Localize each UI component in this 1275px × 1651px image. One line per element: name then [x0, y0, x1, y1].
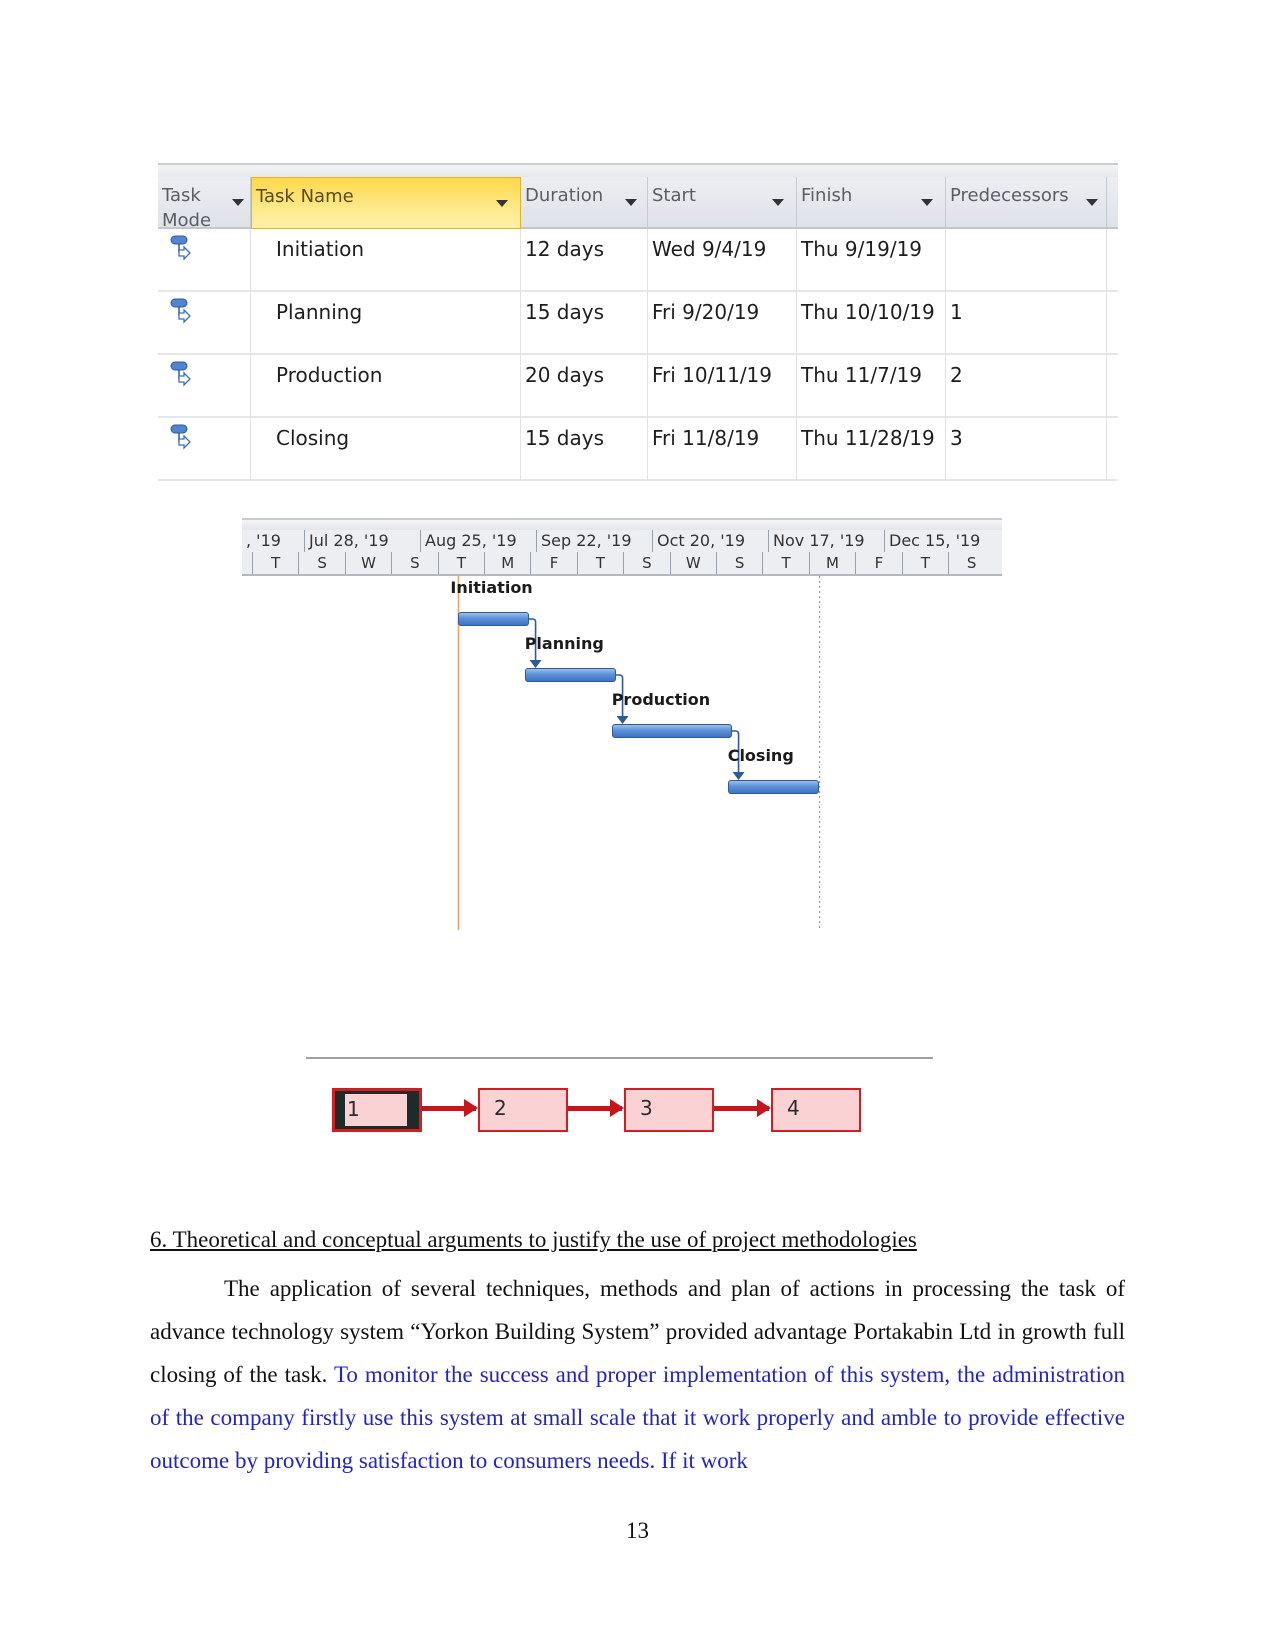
- task-duration-cell[interactable]: 12 days: [521, 229, 648, 292]
- auto-scheduled-task-icon: [170, 361, 191, 387]
- column-header-task-name[interactable]: Task Name: [251, 177, 521, 229]
- auto-scheduled-task-icon: [170, 424, 191, 450]
- task-predecessors-cell[interactable]: 1: [946, 292, 1107, 355]
- task-predecessors-cell[interactable]: 3: [946, 418, 1107, 481]
- table-cell-partial: [1107, 229, 1118, 292]
- gantt-task-label: Planning: [524, 634, 604, 653]
- network-node[interactable]: 2: [478, 1088, 568, 1132]
- column-label: Start: [652, 185, 696, 206]
- network-node[interactable]: 3: [624, 1088, 714, 1132]
- network-arrow: [714, 1099, 771, 1117]
- column-header-partial: [1107, 177, 1118, 229]
- table-cell-partial: [1107, 418, 1118, 481]
- task-start-cell[interactable]: Fri 10/11/19: [648, 355, 797, 418]
- column-header-finish[interactable]: Finish: [797, 177, 946, 229]
- body-paragraph: The application of several techniques, m…: [150, 1267, 1125, 1482]
- task-start-cell[interactable]: Fri 9/20/19: [648, 292, 797, 355]
- column-label: Finish: [801, 185, 853, 206]
- auto-scheduled-task-icon: [170, 298, 191, 324]
- task-name-cell[interactable]: Planning: [251, 292, 521, 355]
- page-number: 13: [626, 1518, 649, 1543]
- project-task-table: Task Mode Task Name Duration Start Finis…: [158, 163, 1118, 488]
- column-label: Task Mode: [162, 185, 212, 231]
- network-node-label: 1: [345, 1094, 407, 1126]
- task-duration-cell[interactable]: 20 days: [521, 355, 648, 418]
- table-cell-partial: [1107, 292, 1118, 355]
- task-predecessors-cell[interactable]: 2: [946, 355, 1107, 418]
- gantt-task-label: Closing: [727, 746, 794, 765]
- gantt-task-label: Production: [611, 690, 711, 709]
- column-header-predecessors[interactable]: Predecessors: [946, 177, 1107, 229]
- task-finish-cell[interactable]: Thu 11/7/19: [797, 355, 946, 418]
- task-name-cell[interactable]: Production: [251, 355, 521, 418]
- task-mode-cell[interactable]: [158, 229, 251, 292]
- network-node-label: 3: [640, 1096, 653, 1120]
- network-node-label: 2: [494, 1096, 507, 1120]
- gantt-chart: , '19 Jul 28, '19 Aug 25, '19 Sep 22, '19 Oc…: [242, 518, 1002, 933]
- task-finish-cell[interactable]: Thu 10/10/19: [797, 292, 946, 355]
- column-header-duration[interactable]: Duration: [521, 177, 648, 229]
- auto-scheduled-task-icon: [170, 235, 191, 261]
- table-cell-partial: [1107, 355, 1118, 418]
- column-header-task-mode[interactable]: Task Mode: [158, 177, 251, 231]
- dependency-arrow-icon: [616, 716, 629, 724]
- section-heading: 6. Theoretical and conceptual arguments …: [150, 1227, 917, 1252]
- task-mode-cell[interactable]: [158, 292, 251, 355]
- dependency-arrow-icon: [732, 772, 745, 780]
- dropdown-arrow-icon[interactable]: [921, 199, 933, 206]
- dropdown-arrow-icon[interactable]: [625, 199, 637, 206]
- task-duration-cell[interactable]: 15 days: [521, 418, 648, 481]
- task-name-cell[interactable]: Closing: [251, 418, 521, 481]
- task-duration-cell[interactable]: 15 days: [521, 292, 648, 355]
- task-start-cell[interactable]: Fri 11/8/19: [648, 418, 797, 481]
- column-header-start[interactable]: Start: [648, 177, 797, 229]
- task-name-cell[interactable]: Initiation: [251, 229, 521, 292]
- task-predecessors-cell[interactable]: [946, 229, 1107, 292]
- dropdown-arrow-icon[interactable]: [496, 200, 508, 207]
- task-finish-cell[interactable]: Thu 9/19/19: [797, 229, 946, 292]
- network-node[interactable]: 1: [332, 1088, 422, 1132]
- table-top-bar: [158, 163, 1118, 177]
- network-arrow: [568, 1099, 624, 1117]
- divider-line: [306, 1057, 933, 1059]
- task-mode-cell[interactable]: [158, 355, 251, 418]
- network-node-label: 4: [787, 1096, 800, 1120]
- network-arrow: [422, 1099, 478, 1117]
- task-finish-cell[interactable]: Thu 11/28/19: [797, 418, 946, 481]
- task-start-cell[interactable]: Wed 9/4/19: [648, 229, 797, 292]
- dropdown-arrow-icon[interactable]: [1086, 199, 1098, 206]
- column-label: Task Name: [256, 186, 354, 207]
- column-label: Predecessors: [950, 185, 1069, 206]
- gantt-task-bar[interactable]: [458, 612, 529, 626]
- gantt-task-bar[interactable]: [727, 780, 819, 794]
- task-mode-cell[interactable]: [158, 418, 251, 481]
- dependency-arrow-icon: [529, 660, 542, 668]
- dropdown-arrow-icon[interactable]: [232, 199, 244, 206]
- dropdown-arrow-icon[interactable]: [772, 199, 784, 206]
- network-node[interactable]: 4: [771, 1088, 861, 1132]
- gantt-task-bar[interactable]: [611, 724, 732, 738]
- column-label: Duration: [525, 185, 604, 206]
- gantt-task-bar[interactable]: [524, 668, 616, 682]
- gantt-task-label: Initiation: [450, 578, 533, 597]
